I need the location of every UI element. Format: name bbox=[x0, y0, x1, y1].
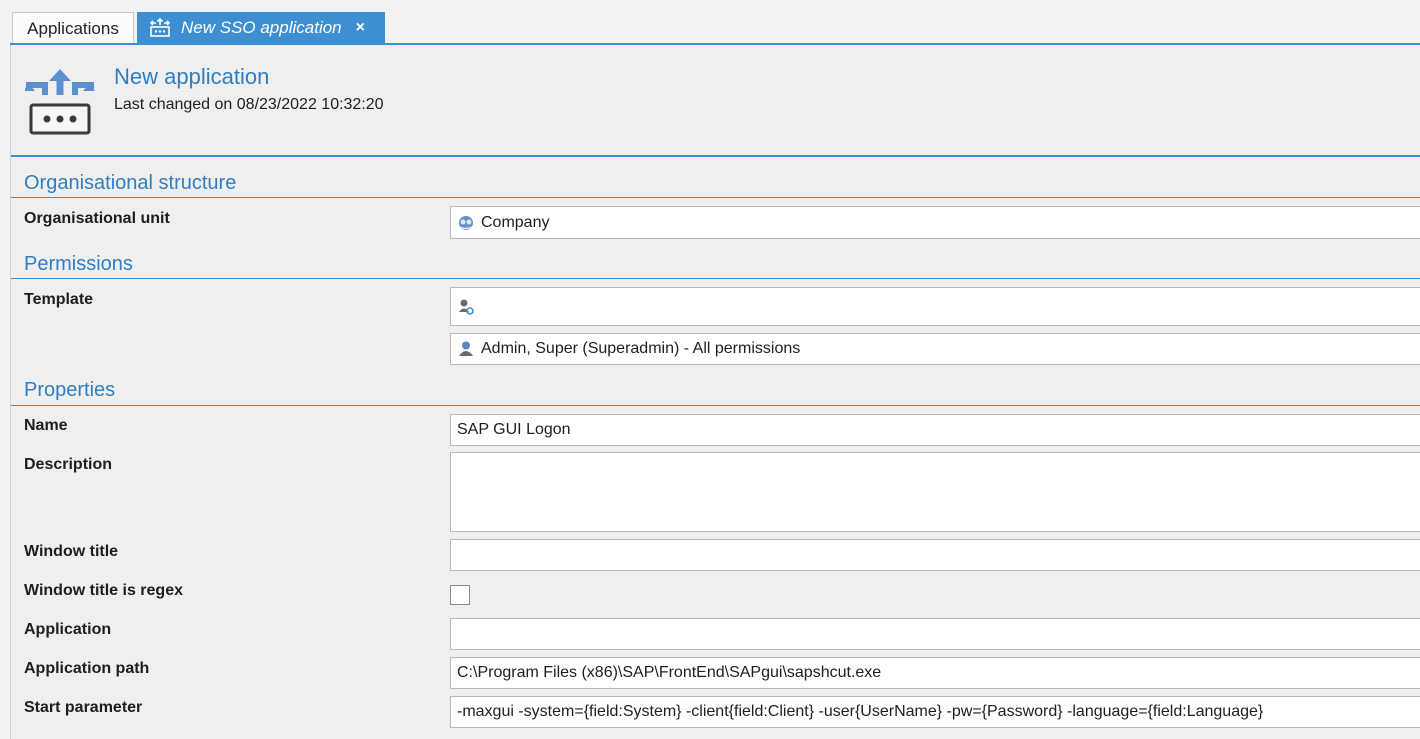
application-detail-panel: New application Last changed on 08/23/20… bbox=[10, 45, 1420, 739]
organisational-unit-field[interactable]: Company bbox=[450, 206, 1420, 239]
section-permissions: Permissions bbox=[24, 253, 133, 275]
window-title-regex-checkbox[interactable] bbox=[450, 585, 470, 605]
organisational-unit-label: Organisational unit bbox=[24, 210, 170, 227]
application-path-input[interactable]: C:\Program Files (x86)\SAP\FrontEnd\SAPg… bbox=[450, 657, 1420, 689]
tab-applications-label: Applications bbox=[27, 18, 119, 38]
section-divider bbox=[11, 197, 1420, 198]
close-tab-icon[interactable]: × bbox=[356, 19, 365, 37]
name-label: Name bbox=[24, 417, 68, 434]
tab-new-sso-application-label: New SSO application bbox=[181, 18, 342, 37]
template-user-gear-icon bbox=[459, 299, 474, 315]
application-path-value: C:\Program Files (x86)\SAP\FrontEnd\SAPg… bbox=[457, 664, 882, 681]
last-changed-text: Last changed on 08/23/2022 10:32:20 bbox=[114, 96, 384, 113]
start-parameter-value: -maxgui -system={field:System} -client{f… bbox=[457, 703, 1264, 720]
organisational-unit-value: Company bbox=[481, 213, 550, 231]
page-title: New application bbox=[114, 64, 270, 89]
template-field[interactable] bbox=[450, 287, 1420, 326]
window-title-input[interactable] bbox=[450, 539, 1420, 571]
name-input[interactable]: SAP GUI Logon bbox=[450, 414, 1420, 446]
application-label: Application bbox=[24, 621, 112, 638]
sso-application-icon bbox=[25, 69, 95, 135]
window-title-label: Window title bbox=[24, 543, 119, 560]
application-path-label: Application path bbox=[24, 660, 150, 677]
sso-application-tab-icon bbox=[149, 18, 171, 37]
description-label: Description bbox=[24, 456, 113, 473]
name-value: SAP GUI Logon bbox=[457, 421, 571, 438]
permission-user-field[interactable]: Admin, Super (Superadmin) - All permissi… bbox=[450, 333, 1420, 365]
tab-new-sso-application[interactable]: New SSO application × bbox=[137, 12, 385, 44]
start-parameter-label: Start parameter bbox=[24, 699, 143, 716]
description-textarea[interactable] bbox=[450, 452, 1420, 532]
start-parameter-input[interactable]: -maxgui -system={field:System} -client{f… bbox=[450, 696, 1420, 728]
section-divider bbox=[11, 405, 1420, 406]
permission-user-value: Admin, Super (Superadmin) - All permissi… bbox=[481, 340, 801, 357]
window-title-regex-label: Window title is regex bbox=[24, 582, 183, 599]
application-input[interactable] bbox=[450, 618, 1420, 650]
organisational-unit-icon bbox=[459, 215, 473, 230]
tab-bar: Applications New SSO application × bbox=[0, 0, 1420, 45]
section-properties: Properties bbox=[24, 379, 116, 401]
user-icon bbox=[459, 341, 473, 356]
template-label: Template bbox=[24, 291, 94, 308]
section-divider bbox=[11, 278, 1420, 279]
tab-applications[interactable]: Applications bbox=[12, 12, 134, 44]
header-divider bbox=[11, 155, 1420, 157]
section-organisational-structure: Organisational structure bbox=[24, 172, 237, 194]
